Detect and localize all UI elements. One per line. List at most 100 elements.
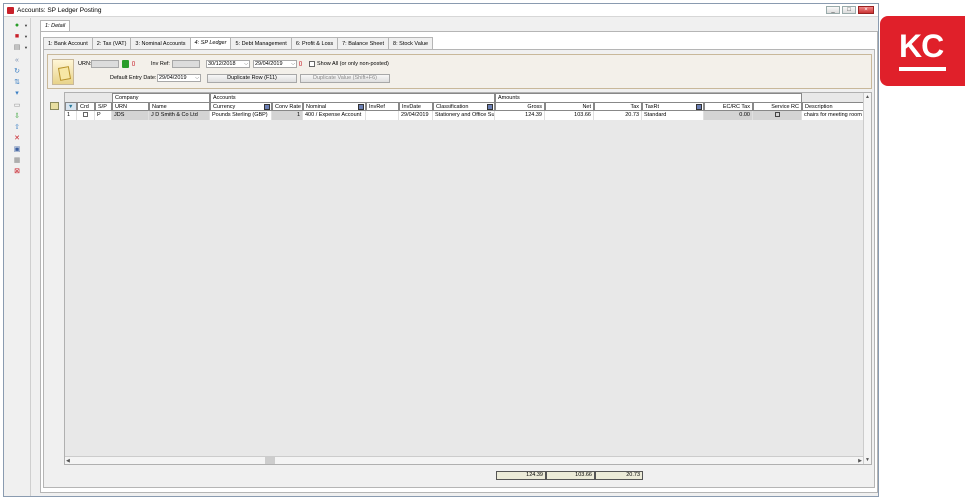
- header-crd[interactable]: Crd: [77, 102, 95, 111]
- rewind-icon[interactable]: «: [13, 57, 21, 65]
- header-invref[interactable]: InvRef: [366, 102, 399, 111]
- row-selector-header[interactable]: ▼: [65, 102, 77, 111]
- filter-row-icon[interactable]: ▼: [68, 104, 73, 110]
- header-currency[interactable]: Currency: [210, 102, 272, 111]
- chevron-down-icon[interactable]: ⌵: [291, 61, 295, 67]
- group-amounts: Amounts: [495, 93, 802, 102]
- tab-bank-account[interactable]: 1: Bank Account: [43, 37, 93, 49]
- delete-icon[interactable]: ✕: [13, 135, 21, 143]
- header-service-rc[interactable]: Service RC: [753, 102, 802, 111]
- inv-ref-field[interactable]: [172, 60, 200, 68]
- tab-sp-ledger[interactable]: 4: SP Ledger: [189, 37, 232, 49]
- invref-cell[interactable]: [366, 111, 399, 120]
- chevron-down-icon[interactable]: ⌵: [195, 75, 199, 81]
- tab-tax-vat[interactable]: 2: Tax (VAT): [91, 37, 132, 49]
- net-cell[interactable]: 103.66: [545, 111, 594, 120]
- currency-cell[interactable]: Pounds Sterling (GBP): [210, 111, 272, 120]
- gross-cell[interactable]: 124.39: [495, 111, 545, 120]
- header-sp[interactable]: S/P: [95, 102, 112, 111]
- scroll-left-icon[interactable]: ◀: [66, 458, 70, 464]
- header-urn[interactable]: URN: [112, 102, 149, 111]
- tab-debt-management[interactable]: 5: Debt Management: [230, 37, 292, 49]
- scroll-down-icon[interactable]: ▼: [865, 457, 870, 463]
- close-button[interactable]: ×: [858, 6, 874, 14]
- show-all-label: Show All (or only non-posted): [317, 61, 389, 67]
- classification-cell[interactable]: Stationery and Office Su: [433, 111, 495, 120]
- description-cell[interactable]: chairs for meeting room: [802, 111, 870, 120]
- urn-field[interactable]: [91, 60, 119, 68]
- tab-balance-sheet[interactable]: 7: Balance Sheet: [337, 37, 390, 49]
- chevron-down-icon[interactable]: ▼: [24, 34, 28, 39]
- report-icon[interactable]: ■: [13, 33, 21, 41]
- default-entry-date-field[interactable]: 29/04/2019 ⌵: [157, 74, 201, 82]
- tab-detail[interactable]: 1: Detail: [40, 20, 71, 31]
- date-to-field[interactable]: 29/04/2019 ⌵: [253, 60, 297, 68]
- header-conv-rate[interactable]: Conv Rate: [272, 102, 303, 111]
- chevron-down-icon[interactable]: ⌵: [244, 61, 248, 67]
- header-gross[interactable]: Gross: [495, 102, 545, 111]
- grid-options-icon[interactable]: [50, 102, 59, 110]
- export-icon[interactable]: ⇧: [13, 124, 21, 132]
- maximize-button[interactable]: □: [842, 6, 856, 14]
- copy-icon[interactable]: ▤: [13, 44, 21, 52]
- sync-icon[interactable]: ⇅: [13, 79, 21, 87]
- ecrc-tax-cell[interactable]: 0.00: [704, 111, 753, 120]
- invdate-cell[interactable]: 29/04/2019: [399, 111, 433, 120]
- title-bar: Accounts: SP Ledger Posting _ □ ×: [4, 4, 878, 17]
- header-tax[interactable]: Tax: [594, 102, 642, 111]
- import-icon[interactable]: ⇩: [13, 113, 21, 121]
- scroll-up-icon[interactable]: ▲: [865, 94, 870, 100]
- tab-profit-loss[interactable]: 6: Profit & Loss: [290, 37, 339, 49]
- header-name[interactable]: Name: [149, 102, 210, 111]
- header-ecrc-tax[interactable]: EC/RC Tax: [704, 102, 753, 111]
- header-nominal[interactable]: Nominal: [303, 102, 366, 111]
- close-form-icon[interactable]: ⊠: [13, 168, 21, 176]
- service-rc-checkbox[interactable]: [775, 112, 780, 117]
- ledger-tab-bar: 1: Bank Account 2: Tax (VAT) 3: Nominal …: [43, 37, 434, 49]
- conv-rate-cell[interactable]: 1: [272, 111, 303, 120]
- lookup-icon[interactable]: [358, 104, 364, 110]
- urn-cell[interactable]: JDS: [112, 111, 149, 120]
- lookup-icon[interactable]: [487, 104, 493, 110]
- chevron-down-icon[interactable]: ▼: [24, 23, 28, 28]
- duplicate-value-button[interactable]: Duplicate Value (Shift+F6): [300, 74, 390, 83]
- header-description[interactable]: Description: [802, 102, 870, 111]
- vertical-scrollbar[interactable]: ▲ ▼: [863, 93, 871, 464]
- header-invdate[interactable]: InvDate: [399, 102, 433, 111]
- go-icon[interactable]: [122, 60, 129, 68]
- tab-nominal-accounts[interactable]: 3: Nominal Accounts: [130, 37, 191, 49]
- header-net[interactable]: Net: [545, 102, 594, 111]
- crd-cell[interactable]: [77, 111, 95, 120]
- lookup-icon[interactable]: [264, 104, 270, 110]
- scroll-thumb[interactable]: [265, 457, 275, 464]
- header-classification[interactable]: Classification: [433, 102, 495, 111]
- clear-date-icon[interactable]: ▯: [299, 61, 302, 67]
- minimize-button[interactable]: _: [826, 6, 840, 14]
- print-icon[interactable]: ▭: [13, 102, 21, 110]
- name-cell[interactable]: J D Smith & Co Ltd: [149, 111, 210, 120]
- scroll-right-icon[interactable]: ▶: [858, 458, 862, 464]
- service-rc-cell[interactable]: [753, 111, 802, 120]
- add-icon[interactable]: ●: [13, 22, 21, 30]
- filter-icon[interactable]: ▾: [13, 90, 21, 98]
- notes-icon[interactable]: ▦: [13, 157, 21, 165]
- save-icon[interactable]: ▣: [13, 146, 21, 154]
- header-taxrt[interactable]: TaxRt: [642, 102, 704, 111]
- sp-cell[interactable]: P: [95, 111, 112, 120]
- duplicate-row-button[interactable]: Duplicate Row (F11): [207, 74, 297, 83]
- date-from-field[interactable]: 30/12/2018 ⌵: [206, 60, 250, 68]
- chevron-down-icon[interactable]: ▼: [24, 45, 28, 50]
- refresh-icon[interactable]: ↻: [13, 68, 21, 76]
- taxrt-cell[interactable]: Standard: [642, 111, 704, 120]
- clear-urn-icon[interactable]: ▯: [132, 61, 135, 67]
- tab-stock-value[interactable]: 8: Stock Value: [388, 37, 434, 49]
- posting-icon[interactable]: [52, 59, 74, 85]
- nominal-cell[interactable]: 400 / Expense Account: [303, 111, 366, 120]
- header-nominal-label: Nominal: [306, 104, 327, 110]
- lookup-icon[interactable]: [696, 104, 702, 110]
- show-all-checkbox[interactable]: [309, 61, 315, 67]
- tax-cell[interactable]: 20.73: [594, 111, 642, 120]
- filter-panel: URN: ▯ Inv Ref: 30/12/2018 ⌵ 29/04/2019 ⌵ …: [47, 54, 872, 89]
- crd-checkbox[interactable]: [83, 112, 88, 117]
- horizontal-scrollbar[interactable]: ◀ ▶: [65, 456, 863, 464]
